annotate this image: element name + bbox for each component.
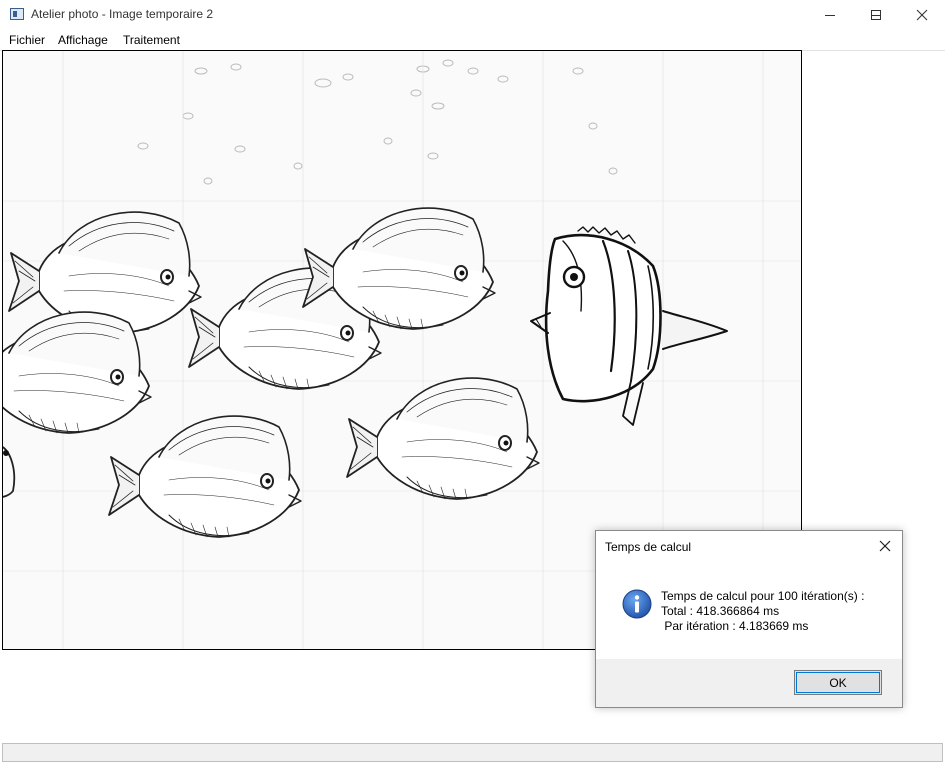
minimize-icon [825,15,835,16]
info-icon [622,589,652,619]
maximize-button[interactable] [853,0,899,30]
maximize-icon [871,10,881,20]
dialog-footer: OK [596,659,902,707]
menu-fichier[interactable]: Fichier [9,33,45,47]
window-title: Atelier photo - Image temporaire 2 [31,7,214,21]
close-icon [879,540,891,552]
menu-bar: Fichier Affichage Traitement [0,31,945,51]
minimize-button[interactable] [807,0,853,30]
status-bar [2,743,943,762]
dialog-message-line3: Par itération : 4.183669 ms [661,619,809,633]
ok-button[interactable]: OK [794,670,882,695]
menu-traitement[interactable]: Traitement [123,33,180,47]
menu-affichage[interactable]: Affichage [58,33,108,47]
dialog-close-button[interactable] [872,534,898,558]
dialog-title: Temps de calcul [605,540,692,554]
close-button[interactable] [899,0,945,30]
dialog-message-line1: Temps de calcul pour 100 itération(s) : [661,589,865,603]
dialog-body: Temps de calcul pour 100 itération(s) :T… [596,561,902,659]
calculation-time-dialog: Temps de calcul Temps de calcul pour 100… [595,530,903,708]
app-window-icon[interactable] [10,8,24,20]
close-icon [916,9,928,21]
title-bar: Atelier photo - Image temporaire 2 [0,0,945,30]
dialog-message: Temps de calcul pour 100 itération(s) :T… [661,589,864,634]
dialog-message-line2: Total : 418.366864 ms [661,604,780,618]
